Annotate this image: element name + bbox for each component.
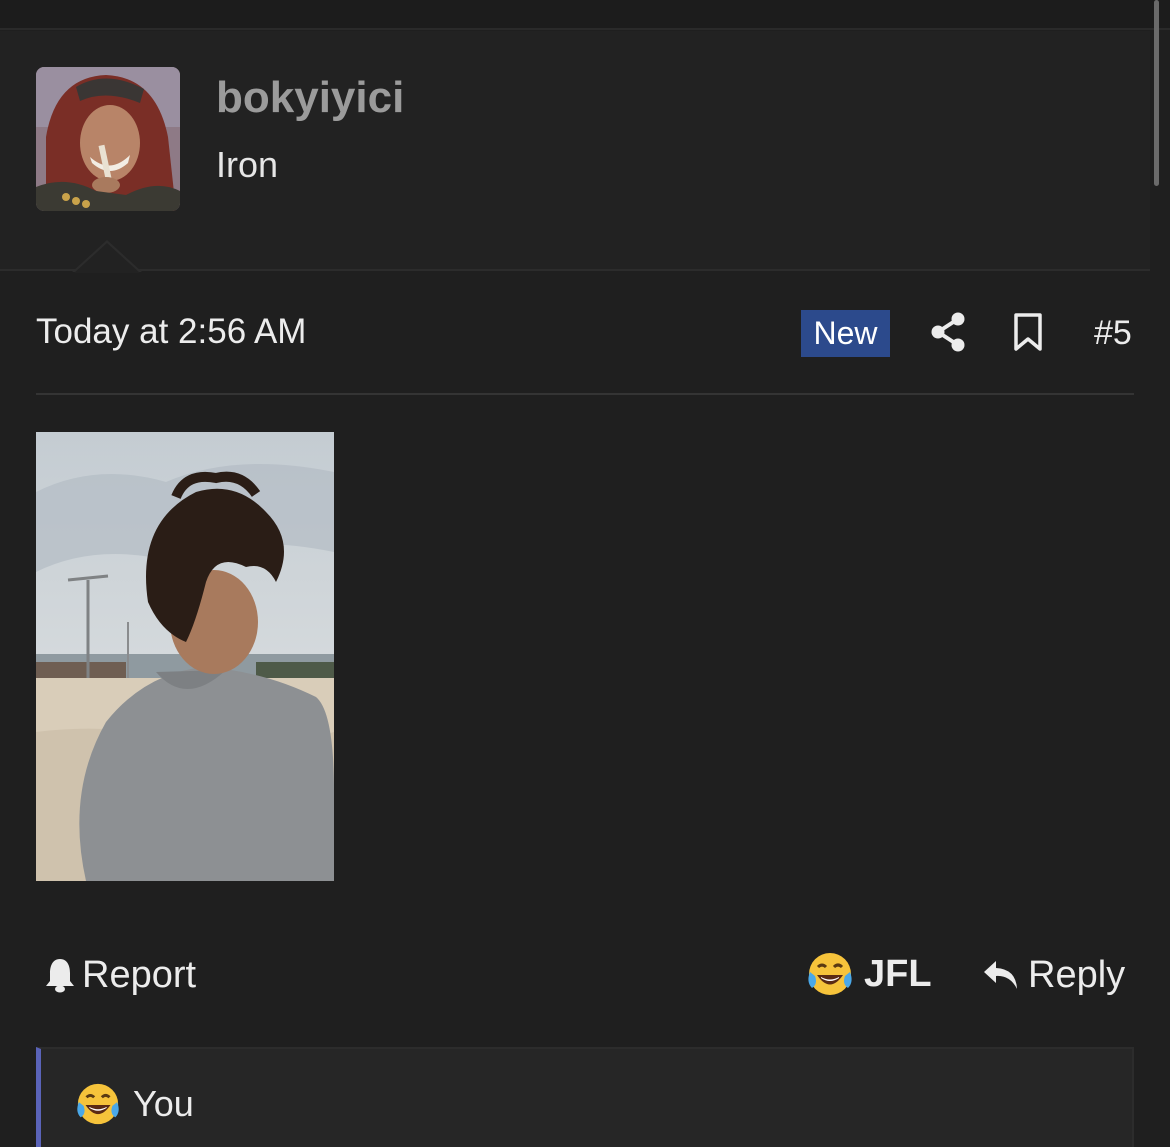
scrollbar[interactable]: [1154, 0, 1159, 186]
user-title: Iron: [216, 144, 279, 185]
reply-arrow-icon: [984, 961, 1017, 989]
attachment-image: [36, 432, 334, 881]
reaction-button[interactable]: JFL: [806, 948, 932, 1000]
avatar[interactable]: [36, 67, 180, 211]
report-label: Report: [82, 953, 197, 996]
share-icon[interactable]: [930, 312, 966, 352]
post-image-attachment[interactable]: [36, 432, 334, 881]
post-timestamp[interactable]: Today at 2:56 AM: [36, 312, 306, 352]
new-badge: New: [801, 310, 890, 357]
post-divider: [36, 393, 1134, 395]
laughing-crying-emoji-icon: [808, 953, 852, 995]
reactions-summary-bar[interactable]: You: [36, 1047, 1134, 1147]
report-button[interactable]: Report: [44, 950, 196, 1000]
reaction-label: JFL: [864, 952, 932, 995]
avatar-image: [36, 67, 180, 211]
user-block-arrow-fill: [74, 243, 140, 273]
top-bar: [0, 0, 1170, 30]
username[interactable]: bokyiyici: [216, 73, 404, 123]
bell-icon: [46, 959, 74, 993]
user-info-block: bokyiyici Iron: [0, 31, 1150, 271]
reply-button[interactable]: Reply: [982, 950, 1125, 1000]
post-meta-row: Today at 2:56 AM New #5: [36, 300, 1134, 366]
reply-label: Reply: [1028, 953, 1126, 996]
reactions-summary-text[interactable]: You: [133, 1083, 194, 1125]
laughing-crying-emoji-icon: [77, 1083, 119, 1125]
bookmark-icon[interactable]: [1012, 312, 1044, 352]
post-number-link[interactable]: #5: [1094, 314, 1132, 353]
